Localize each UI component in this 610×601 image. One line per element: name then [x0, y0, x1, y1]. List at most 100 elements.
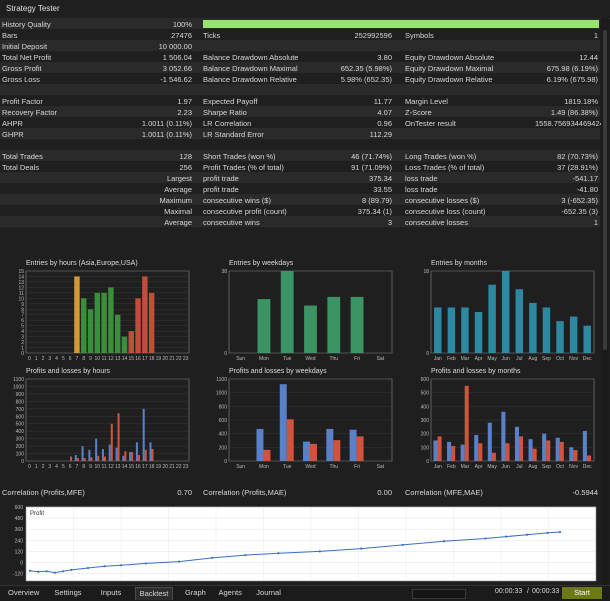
profit-bar	[349, 429, 357, 461]
stat-value: 37 (28.91%)	[557, 162, 598, 172]
y-tick-label: 0	[21, 459, 24, 465]
stat-label: Recovery Factor	[2, 107, 58, 117]
loss-bar	[110, 423, 113, 461]
stat-label: Balance Drawdown Absolute	[203, 52, 299, 62]
tab-graph[interactable]: Graph	[181, 587, 210, 599]
stat-value: 4.07	[377, 107, 392, 117]
x-tick-label: Apr	[475, 464, 483, 470]
history-quality-value: 100%	[172, 19, 192, 29]
correlation-label: Correlation (Profits,MFE)	[2, 487, 85, 497]
profit-point	[525, 533, 528, 536]
x-tick-label: Thu	[329, 464, 338, 470]
start-button[interactable]: Start	[562, 587, 602, 599]
stat-row: Average profit trade 33.55 loss trade -41.80	[0, 183, 600, 194]
profit-bar	[135, 442, 138, 461]
stat-row	[0, 139, 600, 150]
bar	[280, 271, 294, 353]
x-tick-label: Jul	[516, 356, 522, 362]
tab-agents[interactable]: Agents	[215, 587, 246, 599]
profit-bar	[303, 441, 311, 461]
stat-label: Balance Drawdown Relative	[203, 74, 297, 84]
bar	[304, 305, 317, 353]
stat-value: -41.80	[576, 184, 598, 194]
bar	[135, 298, 141, 353]
x-tick-label: Aug	[528, 464, 537, 470]
correlation-value: -0.5944	[572, 487, 598, 497]
y-tick-label: 1000	[13, 384, 24, 390]
scrollbar-thumb[interactable]	[603, 30, 607, 350]
pl-by-weekdays-chart: Profits and losses by weekdays 1100 1000 80…	[203, 366, 398, 474]
tab-overview[interactable]: Overview	[4, 587, 43, 599]
stat-label: Symbols	[405, 30, 434, 40]
x-tick-label: 16	[135, 464, 141, 470]
y-tick-label: 900	[16, 392, 25, 398]
x-tick-label: Nov	[569, 464, 578, 470]
loss-bar	[263, 449, 271, 461]
bar	[569, 316, 578, 353]
tab-backtest[interactable]: Backtest	[134, 587, 174, 600]
stat-label: GHPR	[2, 129, 24, 139]
profit-point	[211, 556, 214, 559]
plot-frame	[25, 270, 190, 354]
loss-bar	[519, 436, 524, 461]
entries-by-weekdays-chart: Entries by weekdays 38 0 Sun Mon Tue Wed Thu Fri…	[203, 258, 398, 366]
profit-point	[505, 535, 508, 538]
x-tick-label: 1	[35, 464, 38, 470]
profit-point	[119, 564, 123, 567]
correlation-value: 0.00	[377, 487, 392, 497]
x-tick-label: Oct	[556, 464, 564, 470]
y-tick-label: 0	[20, 561, 23, 567]
bar	[350, 296, 364, 353]
bar	[114, 314, 121, 353]
stat-value: 8 (89.79)	[361, 195, 392, 205]
stat-label: consecutive wins	[203, 217, 260, 227]
tab-inputs[interactable]: Inputs	[97, 587, 125, 599]
y-tick-label: -120	[13, 572, 23, 578]
y-tick-label: 0	[426, 459, 429, 465]
stat-label: consecutive profit (count)	[203, 206, 287, 216]
profit-bar	[95, 438, 98, 461]
bar	[542, 307, 551, 353]
loss-bar	[103, 456, 107, 461]
tab-journal[interactable]: Journal	[252, 587, 285, 599]
loss-bar	[124, 451, 127, 461]
stat-value: Maximum	[159, 195, 192, 205]
loss-bar	[532, 448, 537, 461]
loss-bar	[505, 443, 510, 461]
x-tick-label: 19	[156, 356, 162, 362]
profit-point	[28, 569, 32, 572]
loss-bar	[464, 385, 469, 461]
stat-value: 652.35 (5.98%)	[340, 63, 392, 73]
y-tick-label: 400	[219, 432, 228, 438]
stat-row: Average consecutive wins 3 consecutive loss…	[0, 216, 600, 227]
stat-row: Largest profit trade 375.34 loss trade -541.…	[0, 172, 600, 183]
stat-row: Gross Profit 3 052.66 Balance Drawdown Max…	[0, 62, 600, 73]
stat-value: 46 (71.74%)	[351, 151, 392, 161]
profit-point	[244, 554, 247, 557]
stat-label: Loss Trades (% of total)	[405, 162, 485, 172]
stat-label: Equity Drawdown Maximal	[405, 63, 494, 73]
stat-value: 82 (70.73%)	[557, 151, 598, 161]
profit-point	[62, 570, 65, 573]
x-tick-label: 1	[35, 356, 38, 362]
y-tick-label: 100	[16, 452, 25, 458]
x-tick-label: Tue	[283, 464, 292, 470]
stat-value: 91 (71.09%)	[351, 162, 392, 172]
stat-label: Margin Level	[405, 96, 448, 106]
profit-bar	[528, 439, 533, 461]
stat-label: Long Trades (won %)	[405, 151, 477, 161]
profit-point	[546, 531, 549, 534]
tab-settings[interactable]: Settings	[50, 587, 85, 599]
profit-point	[144, 562, 148, 565]
stat-label: consecutive losses ($)	[405, 195, 480, 205]
stat-row: Bars 27476 Ticks 252992596 Symbols 1	[0, 29, 600, 40]
bar	[556, 321, 564, 353]
history-quality-bar	[203, 20, 599, 28]
y-tick-label: 800	[16, 399, 25, 405]
x-tick-label: Sep	[542, 464, 551, 470]
vertical-scrollbar[interactable]	[601, 18, 609, 585]
bar	[257, 299, 271, 353]
x-tick-label: Sep	[542, 356, 551, 362]
y-tick-label: 400	[16, 429, 25, 435]
loss-bar	[573, 450, 578, 461]
